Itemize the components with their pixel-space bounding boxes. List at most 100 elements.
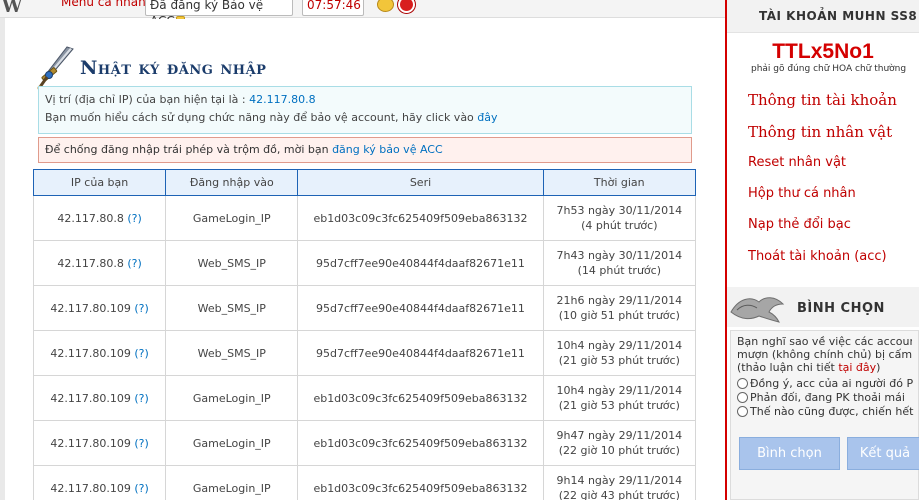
poll-title: BÌNH CHỌN [797,301,885,316]
username: TTLx5No1 [772,40,874,63]
main-content: Nhật ký đăng nhập Vị trí (địa chỉ IP) củ… [5,19,725,500]
current-ip-label: Vị trí (địa chỉ IP) của bạn hiện tại là … [45,93,250,106]
serial-cell: eb1d03c09c3fc625409f509eba863132 [297,375,544,421]
ip-cell: 42.117.80.109 (?) [32,285,167,331]
time-cell: 21h6 ngày 29/11/2014 (10 giờ 51 phút trướ… [542,285,697,331]
ip-lookup-link[interactable]: (?) [134,482,148,495]
poll-question-line1: Bạn nghĩ sao về việc các account [737,335,912,348]
current-ip-line: Vị trí (địa chỉ IP) của bạn hiện tại là … [45,91,685,109]
ip-cell: 42.117.80.109 (?) [32,330,167,376]
col-header-login-target: Đăng nhập vào [165,169,299,196]
ip-info-box: Vị trí (địa chỉ IP) của bạn hiện tại là … [38,86,692,134]
login-time-ago: (4 phút trước) [581,219,658,232]
table-row: 42.117.80.109 (?) GameLogin_IP eb1d03c09c3… [32,420,697,466]
ip-value: 42.117.80.109 [50,346,131,360]
poll-question-line2: mượn (không chính chủ) bị cấm l [737,348,912,361]
current-ip-value[interactable]: 42.117.80.8 [249,93,315,106]
server-clock: 07:57:46 [302,0,364,16]
ip-cell: 42.117.80.109 (?) [32,420,167,466]
personal-menu-link[interactable]: Menu cá nhân [61,0,146,9]
poll-option-3[interactable]: Thế nào cũng được, chiến hết [737,405,914,418]
col-header-serial: Seri [297,169,544,196]
radio-icon[interactable] [737,392,748,403]
poll-option-label: Phản đối, đang PK thoải mái [750,391,905,404]
login-time-ago: (21 giờ 53 phút trước) [558,399,680,412]
table-row: 42.117.80.109 (?) GameLogin_IP eb1d03c09c3… [32,375,697,421]
ip-lookup-link[interactable]: (?) [127,212,141,225]
dragon-icon [730,297,785,323]
ip-value: 42.117.80.109 [50,391,131,405]
login-target-cell: Web_SMS_IP [165,330,299,376]
login-time-ago: (21 giờ 53 phút trước) [558,354,680,367]
site-logo[interactable]: W [2,0,22,17]
radio-icon[interactable] [737,378,748,389]
character-info-link[interactable]: Thông tin nhân vật [748,123,892,141]
time-cell: 7h53 ngày 30/11/2014 (4 phút trước) [542,195,697,241]
ip-lookup-link[interactable]: (?) [134,392,148,405]
help-line: Bạn muốn hiểu cách sử dụng chức năng này… [45,109,685,127]
table-header-row: IP của bạn Đăng nhập vào Seri Thời gian [32,169,697,196]
ip-value: 42.117.80.109 [50,301,131,315]
notification-icon[interactable] [398,0,415,13]
login-time: 10h4 ngày 29/11/2014 [556,339,683,352]
login-target-cell: GameLogin_IP [165,420,299,466]
login-time: 9h14 ngày 29/11/2014 [556,474,683,487]
account-panel-title: TÀI KHOẢN MUHN SS8 [759,9,918,23]
vote-button[interactable]: Bình chọn [739,437,840,470]
login-time: 21h6 ngày 29/11/2014 [556,294,683,307]
radio-icon[interactable] [737,406,748,417]
table-row: 42.117.80.109 (?) Web_SMS_IP 95d7cff7ee90e… [32,285,697,331]
login-time: 7h43 ngày 30/11/2014 [556,249,683,262]
poll-discussion-link[interactable]: tại đây [838,361,876,374]
ip-cell: 42.117.80.8 (?) [32,195,167,241]
serial-cell: eb1d03c09c3fc625409f509eba863132 [297,420,544,466]
serial-cell: eb1d03c09c3fc625409f509eba863132 [297,195,544,241]
poll-option-1[interactable]: Đồng ý, acc của ai người đó P [737,377,914,390]
page-title: Nhật ký đăng nhập [80,57,267,79]
help-text: Bạn muốn hiểu cách sử dụng chức năng này… [45,111,478,124]
login-target-cell: GameLogin_IP [165,195,299,241]
login-time: 9h47 ngày 29/11/2014 [556,429,683,442]
poll-discussion-text: (thảo luận chi tiết [737,361,839,374]
logout-link[interactable]: Thoát tài khoản (acc) [748,249,887,264]
poll-option-label: Thế nào cũng được, chiến hết [750,405,914,418]
topup-link[interactable]: Nạp thẻ đổi bạc [748,217,851,232]
account-info-link[interactable]: Thông tin tài khoản [748,91,897,109]
ip-value: 42.117.80.109 [50,436,131,450]
login-target-cell: GameLogin_IP [165,465,299,500]
time-cell: 7h43 ngày 30/11/2014 (14 phút trước) [542,240,697,286]
user-info: TTLx5No1 phải gõ đúng chữ HOA chữ thường [727,40,919,74]
ip-lookup-link[interactable]: (?) [127,257,141,270]
username-hint: phải gõ đúng chữ HOA chữ thường [751,64,907,74]
help-link[interactable]: đây [477,111,497,124]
top-bar: W Menu cá nhân Đã đăng ký Bảo vệ ACC 07:… [0,0,725,28]
time-cell: 10h4 ngày 29/11/2014 (21 giờ 53 phút trướ… [542,330,697,376]
login-time-ago: (22 giờ 43 phút trước) [558,489,680,500]
reset-character-link[interactable]: Reset nhân vật [748,155,846,170]
poll-question-line3: (thảo luận chi tiết tại đây) [737,361,912,374]
login-time-ago: (22 giờ 10 phút trước) [558,444,680,457]
login-target-cell: Web_SMS_IP [165,240,299,286]
serial-cell: 95d7cff7ee90e40844f4daaf82671e11 [297,240,544,286]
time-cell: 9h47 ngày 29/11/2014 (22 giờ 10 phút trướ… [542,420,697,466]
account-panel-header: TÀI KHOẢN MUHN SS8 [727,0,919,33]
inbox-link[interactable]: Hộp thư cá nhân [748,186,856,201]
ip-lookup-link[interactable]: (?) [134,302,148,315]
register-protection-link[interactable]: đăng ký bảo vệ ACC [332,143,443,156]
account-sidebar: TÀI KHOẢN MUHN SS8 TTLx5No1 phải gõ đúng… [727,0,919,500]
ip-value: 42.117.80.109 [50,481,131,495]
results-button[interactable]: Kết quả [847,437,919,470]
poll-option-label: Đồng ý, acc của ai người đó P [750,377,914,390]
poll-header: BÌNH CHỌN [727,287,919,327]
ip-cell: 42.117.80.8 (?) [32,240,167,286]
ip-lookup-link[interactable]: (?) [134,347,148,360]
serial-cell: eb1d03c09c3fc625409f509eba863132 [297,465,544,500]
acc-protection-status[interactable]: Đã đăng ký Bảo vệ ACC [145,0,293,28]
poll-option-2[interactable]: Phản đối, đang PK thoải mái [737,391,912,404]
time-cell: 9h14 ngày 29/11/2014 (22 giờ 43 phút trướ… [542,465,697,500]
smiley-icon[interactable] [377,0,394,12]
protection-warning-box: Để chống đăng nhập trái phép và trộm đồ,… [38,137,692,163]
ip-value: 42.117.80.8 [57,211,124,225]
login-time: 7h53 ngày 30/11/2014 [556,204,683,217]
ip-lookup-link[interactable]: (?) [134,437,148,450]
